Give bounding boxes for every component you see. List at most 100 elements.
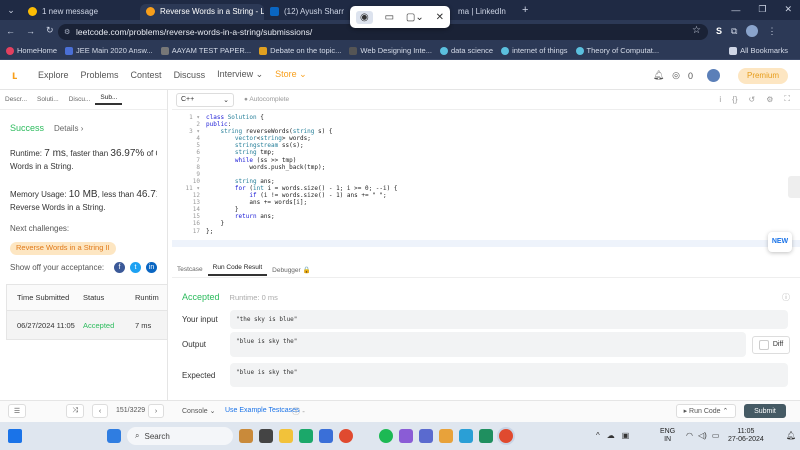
details-link[interactable]: Details › — [54, 123, 83, 134]
tab-submissions[interactable]: Sub... — [95, 94, 123, 105]
nav-discuss[interactable]: Discuss — [174, 70, 206, 80]
cloud-icon[interactable]: ☁ — [607, 431, 615, 440]
app-icon[interactable] — [399, 429, 413, 443]
coin-icon[interactable]: ◎ — [672, 70, 680, 81]
run-code-button[interactable]: ▸ Run Code ⌃ — [676, 404, 736, 418]
tab-list-icon[interactable]: ⌄ — [0, 5, 22, 16]
facebook-icon[interactable]: f — [114, 261, 125, 273]
new-tab-button[interactable]: + — [522, 4, 528, 16]
taskbar-search[interactable]: ⌕ Search — [127, 427, 233, 445]
tab-run-code-result[interactable]: Run Code Result — [207, 264, 268, 276]
quick-settings[interactable]: ◠ ◁) ▭ — [686, 431, 719, 440]
new-feature-badge[interactable]: NEW — [768, 232, 792, 252]
linkedin-share-icon[interactable]: in — [146, 261, 157, 273]
browser-tab-linkedin-2[interactable]: ma | LinkedIn — [452, 4, 520, 20]
reload-icon[interactable]: ↻ — [46, 25, 54, 36]
app-icon[interactable] — [439, 429, 453, 443]
table-row[interactable]: 06/27/2024 11:05 Accepted 7 ms — [7, 311, 167, 339]
tab-solution[interactable]: Soluti... — [32, 96, 64, 103]
nav-store[interactable]: Store ⌄ — [275, 69, 307, 80]
problem-list-icon[interactable]: ☰ — [8, 404, 26, 418]
mail-icon[interactable] — [319, 429, 333, 443]
shuffle-icon[interactable]: ⤨ — [66, 404, 84, 418]
spotify-icon[interactable] — [379, 429, 393, 443]
bookmark-item[interactable]: Theory of Computat... — [575, 46, 659, 55]
bookmark-item[interactable]: Web Designing Inte... — [349, 46, 432, 55]
prev-problem-icon[interactable]: ‹ — [92, 404, 108, 418]
edge-icon[interactable] — [299, 429, 313, 443]
console-toggle[interactable]: Console ⌄ — [182, 407, 216, 415]
your-input-field[interactable]: "the sky is blue" — [230, 310, 788, 329]
chevron-up-icon[interactable]: ^ — [596, 431, 600, 440]
minimize-icon[interactable]: — — [731, 5, 740, 15]
menu-dots-icon[interactable]: ⋮ — [767, 26, 776, 37]
bookmark-item[interactable]: JEE Main 2020 Answ... — [65, 46, 153, 55]
forward-icon[interactable]: → — [26, 26, 35, 36]
chrome-active-icon[interactable] — [499, 429, 513, 443]
windows-start-icon[interactable] — [107, 429, 121, 443]
info-icon[interactable]: ⓘ — [782, 292, 790, 303]
maximize-icon[interactable]: ❐ — [758, 4, 766, 15]
clock[interactable]: 11:05 27-06-2024 — [728, 428, 764, 444]
teams-icon[interactable] — [419, 429, 433, 443]
bookmark-item[interactable]: internet of things — [501, 46, 568, 55]
tab-debugger[interactable]: Debugger 🔒 — [267, 266, 315, 274]
next-problem-icon[interactable]: › — [148, 404, 164, 418]
leetcode-logo-icon[interactable]: ʟ — [12, 68, 24, 82]
tab-description[interactable]: Descr... — [0, 96, 32, 103]
reset-icon[interactable]: ↺ — [749, 95, 756, 104]
browser-tab-linkedin[interactable]: (12) Ayush Sharma | Li — [264, 4, 344, 20]
next-challenge-chip[interactable]: Reverse Words in a String II — [10, 242, 116, 255]
browser-tab-leetcode[interactable]: Reverse Words in a String - Lee ✕ — [140, 3, 264, 20]
diff-toggle[interactable]: Diff — [752, 335, 790, 354]
side-collapse-handle[interactable] — [788, 176, 800, 198]
nav-contest[interactable]: Contest — [131, 70, 162, 80]
nav-problems[interactable]: Problems — [81, 70, 119, 80]
user-avatar[interactable] — [707, 69, 720, 82]
weather-widget-icon[interactable] — [8, 429, 22, 443]
back-icon[interactable]: ← — [6, 26, 15, 36]
browser-tab-message[interactable]: 1 new message — [22, 4, 140, 20]
info-icon[interactable]: i — [719, 95, 721, 104]
app-icon[interactable] — [479, 429, 493, 443]
nav-explore[interactable]: Explore — [38, 70, 69, 80]
task-view-icon[interactable] — [259, 429, 273, 443]
close-icon[interactable]: ✕ — [436, 12, 444, 23]
bookmark-item[interactable]: AAYAM TEST PAPER... — [160, 46, 251, 55]
extensions-puzzle-icon[interactable]: ⧉ — [731, 26, 737, 37]
window-select-icon[interactable]: ▢⌄ — [406, 12, 424, 23]
fullscreen-icon[interactable]: ⛶ — [784, 94, 790, 104]
bookmark-item[interactable]: data science — [439, 46, 493, 55]
settings-icon[interactable]: ⚙ — [766, 95, 773, 104]
camera-icon[interactable]: ◉ — [355, 10, 373, 24]
use-example-testcases[interactable]: Use Example Testcases — [225, 407, 300, 414]
nav-interview[interactable]: Interview ⌄ — [217, 69, 263, 80]
bookmark-item[interactable]: HomeHome — [6, 46, 57, 55]
autocomplete-toggle[interactable]: ● Autocomplete — [244, 96, 289, 103]
bookmark-item[interactable]: Debate on the topic... — [259, 46, 341, 55]
help-icon[interactable]: ⓘ - — [292, 406, 305, 417]
language-indicator[interactable]: ENG IN — [660, 428, 675, 444]
chrome-icon[interactable] — [339, 429, 353, 443]
code-text[interactable]: class Solution { public: string reverseW… — [206, 114, 397, 235]
language-select[interactable]: C++ ⌄ — [176, 92, 234, 107]
site-info-icon[interactable]: ⚙ — [64, 28, 70, 36]
widget-icon[interactable] — [239, 429, 253, 443]
submit-button[interactable]: Submit — [744, 404, 786, 418]
close-window-icon[interactable]: ✕ — [784, 4, 792, 15]
file-explorer-icon[interactable] — [279, 429, 293, 443]
video-icon[interactable]: ▭ — [385, 12, 394, 23]
app-tray-icon[interactable]: ▣ — [622, 431, 630, 440]
app-icon[interactable] — [459, 429, 473, 443]
all-bookmarks[interactable]: All Bookmarks — [729, 46, 788, 55]
bell-icon[interactable]: 🔔︎ — [653, 70, 664, 81]
extension-s-icon[interactable]: S — [716, 26, 722, 36]
braces-icon[interactable]: {} — [732, 95, 737, 104]
premium-button[interactable]: Premium — [738, 68, 788, 84]
twitter-icon[interactable]: t — [130, 261, 141, 273]
star-icon[interactable]: ☆ — [692, 25, 701, 36]
notification-icon[interactable]: 🔔︎ — [786, 431, 796, 440]
tab-testcase[interactable]: Testcase — [172, 266, 208, 273]
tab-discuss[interactable]: Discu... — [64, 96, 96, 103]
profile-avatar[interactable] — [746, 25, 759, 37]
